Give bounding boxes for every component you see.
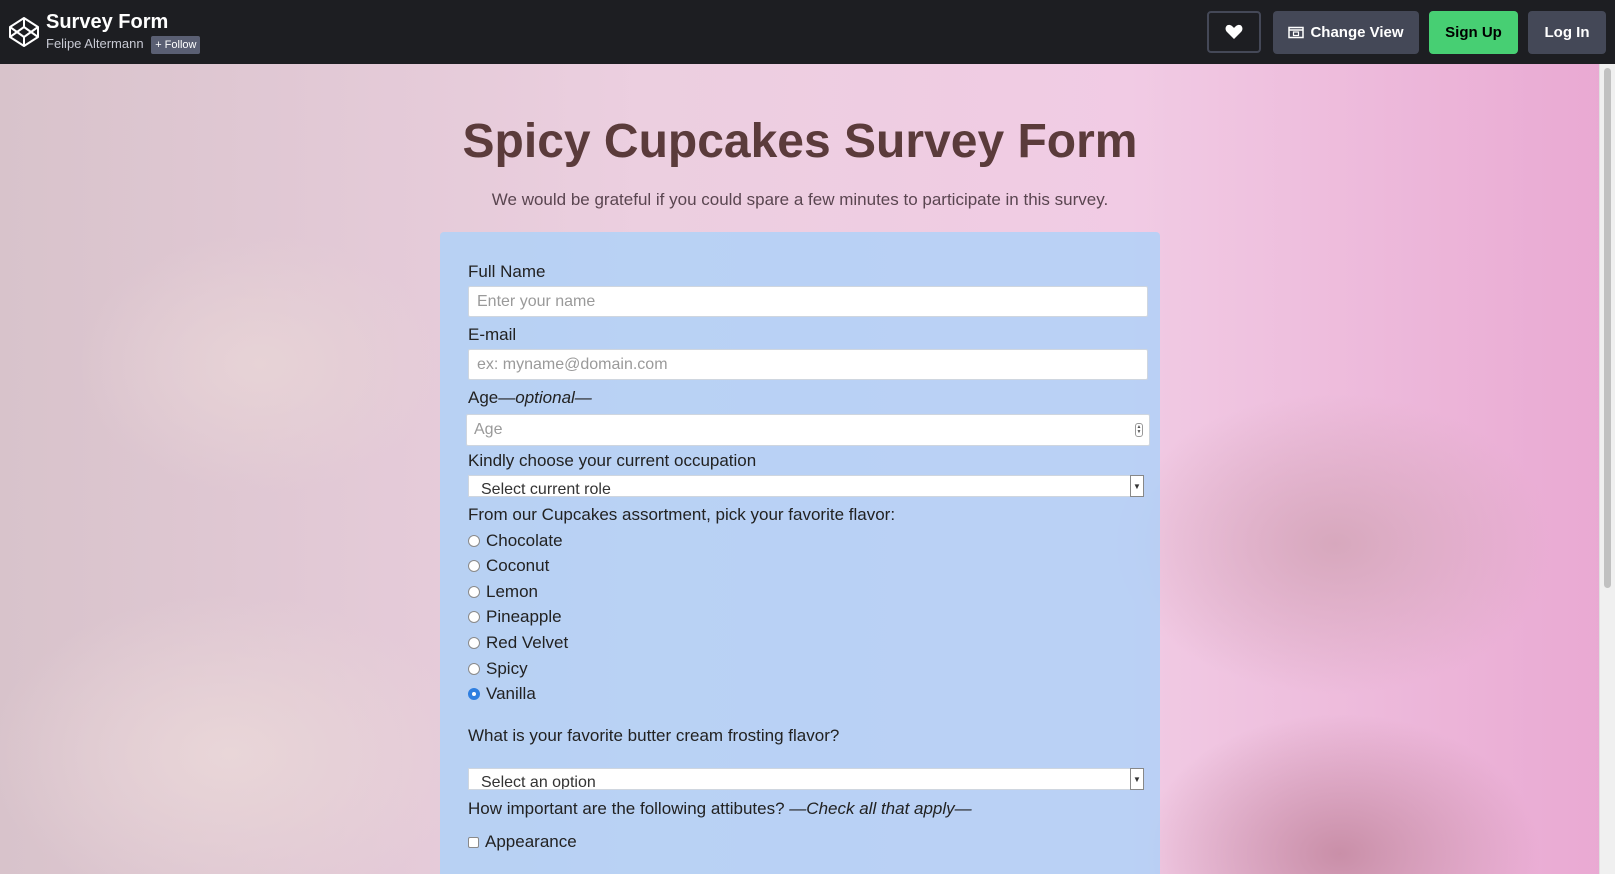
age-optional-note: —optional—: [498, 388, 592, 407]
attributes-hint: —Check all that apply—: [789, 799, 972, 818]
attributes-label: How important are the following attibute…: [468, 799, 972, 819]
follow-button[interactable]: + Follow: [151, 36, 201, 54]
change-view-button[interactable]: Change View: [1273, 11, 1419, 54]
flavor-option-label: Chocolate: [486, 531, 563, 550]
sign-up-button[interactable]: Sign Up: [1429, 11, 1518, 54]
radio-button[interactable]: [468, 560, 480, 572]
codepen-header: Survey Form Felipe Altermann + Follow Ch…: [0, 0, 1615, 64]
flavor-option[interactable]: Lemon: [468, 582, 538, 602]
heart-button[interactable]: [1207, 11, 1261, 53]
radio-button[interactable]: [468, 663, 480, 675]
name-label: Full Name: [468, 262, 546, 281]
flavor-option-label: Coconut: [486, 556, 550, 575]
radio-button[interactable]: [468, 611, 480, 623]
age-placeholder: Age: [474, 421, 503, 438]
change-view-icon: [1288, 26, 1305, 39]
occupation-label: Kindly choose your current occupation: [468, 451, 757, 470]
flavor-option-label: Pineapple: [486, 607, 562, 626]
age-input[interactable]: Age ▲ ▼: [466, 414, 1150, 446]
chevron-down-icon[interactable]: ▼: [1130, 475, 1144, 497]
author-line: Felipe Altermann + Follow: [46, 36, 201, 54]
plus-icon: +: [155, 39, 165, 51]
pen-title-block: Survey Form Felipe Altermann + Follow: [46, 10, 201, 54]
flavor-option[interactable]: Red Velvet: [468, 633, 568, 653]
checkbox[interactable]: [468, 836, 479, 848]
attributes-label-text: How important are the following attibute…: [468, 799, 790, 818]
codepen-logo-icon[interactable]: [8, 16, 40, 48]
change-view-label: Change View: [1310, 24, 1404, 41]
flavor-option[interactable]: Vanilla: [468, 684, 536, 704]
number-spinner-icon[interactable]: ▲ ▼: [1135, 423, 1143, 437]
survey-form: Full Name E-mail Age—optional— Age ▲▼ Ki…: [440, 232, 1160, 874]
flavor-option[interactable]: Pineapple: [468, 607, 562, 627]
radio-button[interactable]: [468, 535, 480, 547]
age-label-text: Age: [468, 388, 499, 407]
email-input[interactable]: [468, 349, 1148, 380]
radio-button-selected[interactable]: [468, 688, 480, 700]
preview-page: Spicy Cupcakes Survey Form We would be g…: [0, 64, 1615, 874]
chevron-down-icon[interactable]: ▼: [1130, 768, 1144, 790]
form-description: We would be grateful if you could spare …: [491, 190, 1109, 209]
email-label: E-mail: [468, 325, 517, 344]
age-label: Age—optional—: [468, 388, 592, 408]
occupation-select[interactable]: Select current role: [468, 475, 1132, 497]
occupation-select-value: Select current role: [481, 481, 611, 497]
author-name[interactable]: Felipe Altermann: [46, 36, 144, 51]
radio-button[interactable]: [468, 637, 480, 649]
radio-button[interactable]: [468, 586, 480, 598]
flavor-option-label: Lemon: [486, 582, 538, 601]
attribute-option-label: Appearance: [485, 832, 577, 851]
page-scrollbar[interactable]: [1599, 64, 1615, 874]
flavor-option-label: Red Velvet: [486, 633, 569, 652]
flavor-option-label: Vanilla: [486, 684, 536, 703]
form-title: Spicy Cupcakes Survey Form: [462, 115, 1138, 168]
frosting-label: What is your favorite butter cream frost…: [468, 726, 840, 745]
frosting-select[interactable]: Select an option: [468, 768, 1132, 790]
follow-label: Follow: [164, 39, 197, 51]
flavor-option[interactable]: Spicy: [468, 659, 528, 679]
flavor-option[interactable]: Coconut: [468, 556, 549, 576]
frosting-select-value: Select an option: [481, 774, 596, 790]
pen-title: Survey Form: [46, 11, 169, 33]
flavor-option[interactable]: Chocolate: [468, 531, 563, 551]
flavor-label: From our Cupcakes assortment, pick your …: [468, 505, 896, 524]
scrollbar-thumb[interactable]: [1604, 68, 1611, 588]
log-in-button[interactable]: Log In: [1528, 11, 1606, 54]
name-input[interactable]: [468, 286, 1148, 317]
attribute-option[interactable]: Appearance: [468, 832, 577, 852]
heart-icon: [1225, 24, 1243, 39]
flavor-option-label: Spicy: [486, 659, 528, 678]
